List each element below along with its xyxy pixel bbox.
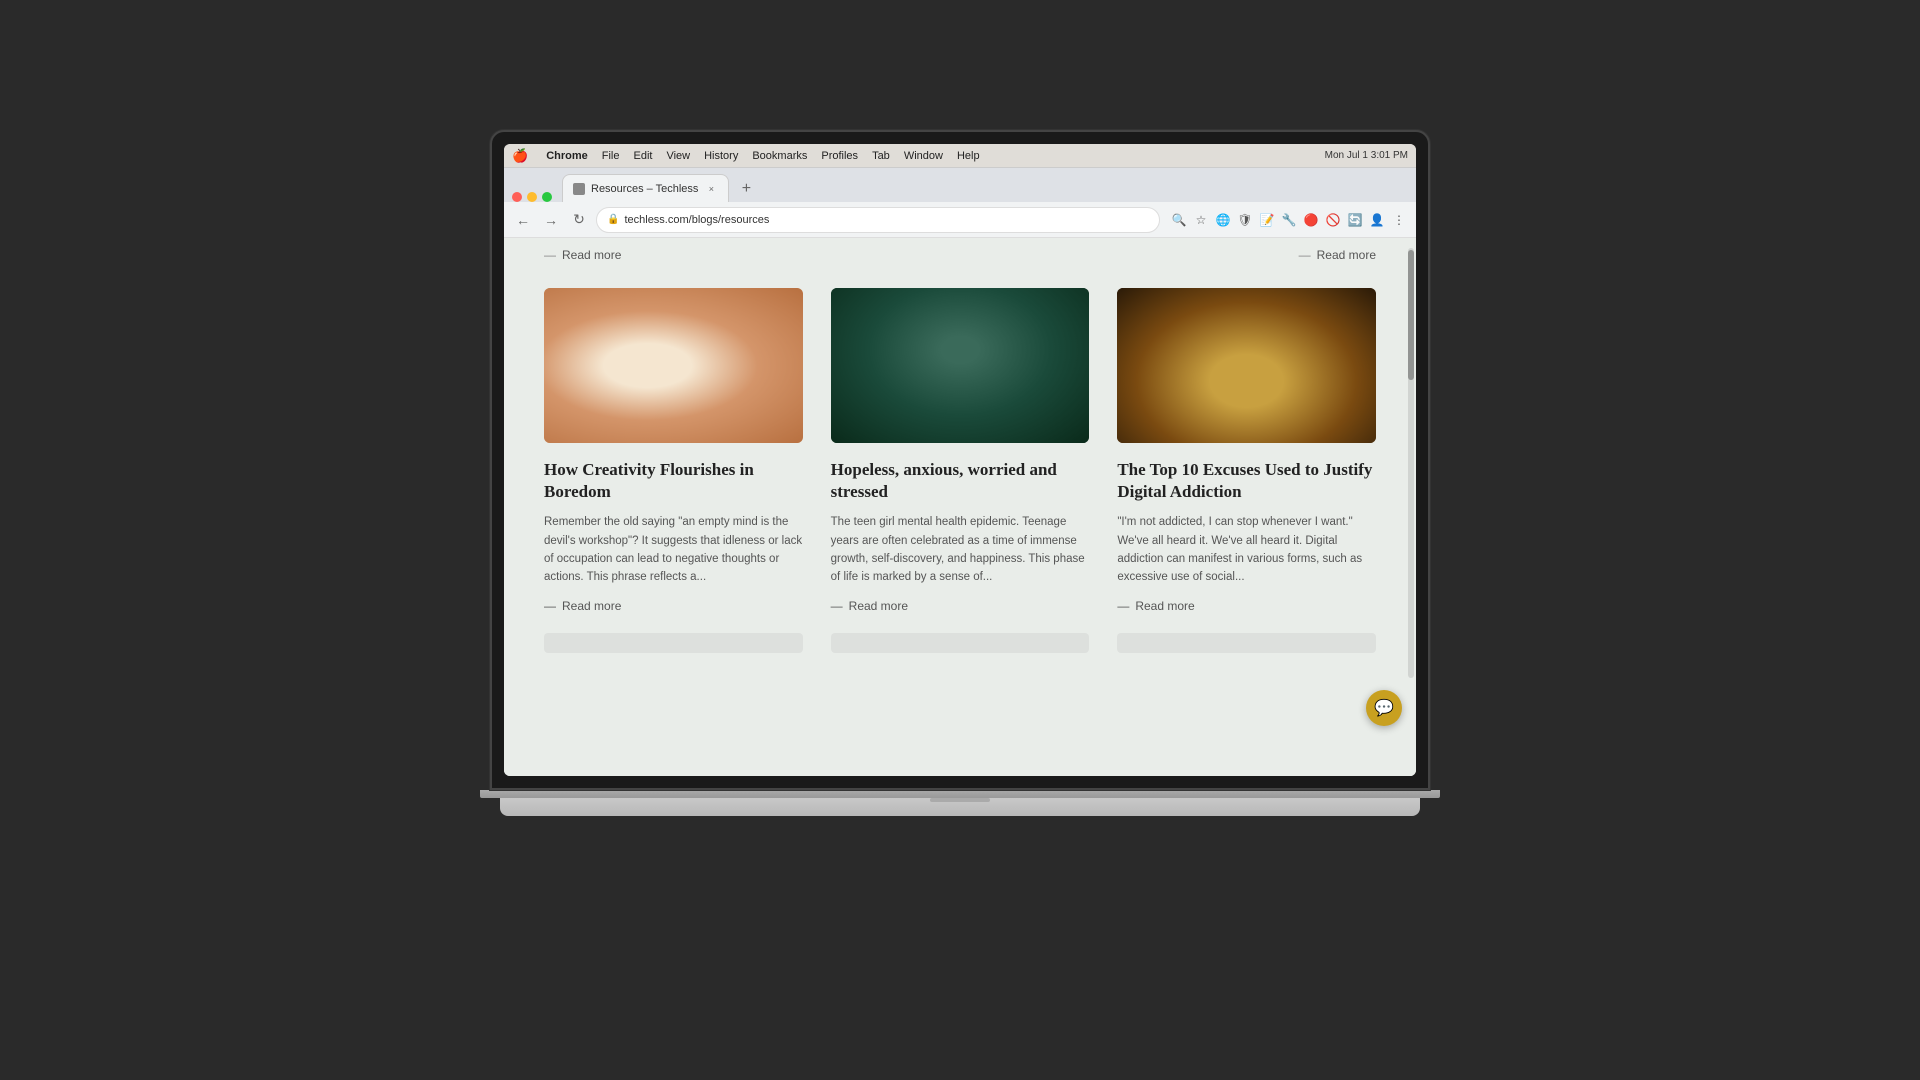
readmore-text-addiction: Read more (1135, 599, 1194, 613)
ext-icon-3[interactable]: 📝 (1258, 211, 1276, 229)
tab-bar: Resources – Techless × + (504, 168, 1416, 202)
article-card-addiction: The Top 10 Excuses Used to Justify Digit… (1117, 288, 1376, 613)
articles-grid: How Creativity Flourishes in Boredom Rem… (544, 288, 1376, 613)
dash-1: — (544, 248, 556, 262)
ext-icon-2[interactable]: 🛡 (1236, 211, 1254, 229)
dash-2: — (1299, 248, 1311, 262)
article-image-addiction[interactable] (1117, 288, 1376, 443)
readmore-text-hopeless: Read more (849, 599, 908, 613)
top-readmore-2-text: Read more (1317, 248, 1376, 262)
laptop-notch (930, 798, 990, 802)
menubar-help[interactable]: Help (957, 150, 980, 162)
ext-icon-6[interactable]: 🚫 (1324, 211, 1342, 229)
traffic-lights (512, 192, 552, 202)
menubar-view[interactable]: View (666, 150, 690, 162)
browser-tab-active[interactable]: Resources – Techless × (562, 174, 729, 202)
refresh-button[interactable]: ↻ (568, 209, 590, 231)
top-readmore-section: — Read more — Read more (544, 238, 1376, 278)
article-readmore-creativity[interactable]: — Read more (544, 599, 803, 613)
apple-menu[interactable]: 🍎 (512, 148, 528, 164)
profile-icon[interactable]: 👤 (1368, 211, 1386, 229)
back-button[interactable]: ← (512, 209, 534, 231)
menubar-tab[interactable]: Tab (872, 150, 890, 162)
mac-menubar: 🍎 Chrome File Edit View History Bookmark… (504, 144, 1416, 168)
bookmark-icon[interactable]: ☆ (1192, 211, 1210, 229)
toolbar-icons: 🔍 ☆ 🌐 🛡 📝 🔧 🔴 🚫 🔄 👤 ⋮ (1170, 211, 1408, 229)
menubar-clock: Mon Jul 1 3:01 PM (1325, 150, 1408, 161)
article-readmore-hopeless[interactable]: — Read more (831, 599, 1090, 613)
scrollbar-thumb[interactable] (1408, 250, 1414, 379)
maximize-button[interactable] (542, 192, 552, 202)
chat-fab-button[interactable]: 💬 (1366, 690, 1402, 726)
menubar-file[interactable]: File (602, 150, 620, 162)
readmore-dash-hopeless: — (831, 599, 843, 613)
url-bar[interactable]: 🔒 techless.com/blogs/resources (596, 207, 1160, 233)
article-excerpt-addiction: "I'm not addicted, I can stop whenever I… (1117, 513, 1376, 587)
minimize-button[interactable] (527, 192, 537, 202)
tab-favicon (573, 183, 585, 195)
readmore-text-creativity: Read more (562, 599, 621, 613)
article-title-hopeless[interactable]: Hopeless, anxious, worried and stressed (831, 459, 1090, 503)
laptop-base (500, 798, 1420, 816)
article-image-creativity[interactable] (544, 288, 803, 443)
url-text: techless.com/blogs/resources (624, 214, 769, 226)
page-inner: — Read more — Read more (504, 238, 1416, 776)
article-title-addiction[interactable]: The Top 10 Excuses Used to Justify Digit… (1117, 459, 1376, 503)
menubar-profiles[interactable]: Profiles (821, 150, 858, 162)
screen-bezel: 🍎 Chrome File Edit View History Bookmark… (490, 130, 1430, 790)
readmore-dash-creativity: — (544, 599, 556, 613)
bottom-placeholder-2 (831, 633, 1090, 653)
menubar-chrome[interactable]: Chrome (546, 150, 588, 162)
close-button[interactable] (512, 192, 522, 202)
top-readmore-1-text: Read more (562, 248, 621, 262)
laptop-screen: 🍎 Chrome File Edit View History Bookmark… (504, 144, 1416, 776)
ext-icon-7[interactable]: 🔄 (1346, 211, 1364, 229)
webpage-content: — Read more — Read more (504, 238, 1416, 776)
url-secure-icon: 🔒 (607, 214, 619, 225)
tab-title: Resources – Techless (591, 183, 698, 195)
readmore-dash-addiction: — (1117, 599, 1129, 613)
scrollbar[interactable] (1408, 248, 1414, 678)
bottom-row (544, 633, 1376, 653)
menubar-history[interactable]: History (704, 150, 738, 162)
article-excerpt-hopeless: The teen girl mental health epidemic. Te… (831, 513, 1090, 587)
article-card-hopeless: Hopeless, anxious, worried and stressed … (831, 288, 1090, 613)
bottom-placeholder-1 (544, 633, 803, 653)
ext-icon-4[interactable]: 🔧 (1280, 211, 1298, 229)
zoom-icon[interactable]: 🔍 (1170, 211, 1188, 229)
article-title-creativity[interactable]: How Creativity Flourishes in Boredom (544, 459, 803, 503)
tab-close-button[interactable]: × (704, 182, 718, 196)
laptop-hinge (480, 790, 1440, 798)
article-excerpt-creativity: Remember the old saying "an empty mind i… (544, 513, 803, 587)
more-icon[interactable]: ⋮ (1390, 211, 1408, 229)
bottom-placeholder-3 (1117, 633, 1376, 653)
menubar-edit[interactable]: Edit (633, 150, 652, 162)
menubar-window[interactable]: Window (904, 150, 943, 162)
new-tab-button[interactable]: + (733, 176, 759, 202)
laptop-frame: 🍎 Chrome File Edit View History Bookmark… (470, 130, 1450, 950)
address-bar: ← → ↻ 🔒 techless.com/blogs/resources 🔍 ☆… (504, 202, 1416, 238)
chat-fab-icon: 💬 (1374, 698, 1394, 718)
top-readmore-link-2[interactable]: — Read more (1299, 248, 1376, 262)
menubar-left: 🍎 Chrome File Edit View History Bookmark… (512, 148, 980, 164)
article-image-hopeless[interactable] (831, 288, 1090, 443)
browser-window: Resources – Techless × + ← → ↻ 🔒 techles… (504, 168, 1416, 776)
top-readmore-link-1[interactable]: — Read more (544, 248, 621, 262)
ext-icon-5[interactable]: 🔴 (1302, 211, 1320, 229)
menubar-bookmarks[interactable]: Bookmarks (752, 150, 807, 162)
article-card-creativity: How Creativity Flourishes in Boredom Rem… (544, 288, 803, 613)
forward-button[interactable]: → (540, 209, 562, 231)
ext-icon-1[interactable]: 🌐 (1214, 211, 1232, 229)
article-readmore-addiction[interactable]: — Read more (1117, 599, 1376, 613)
